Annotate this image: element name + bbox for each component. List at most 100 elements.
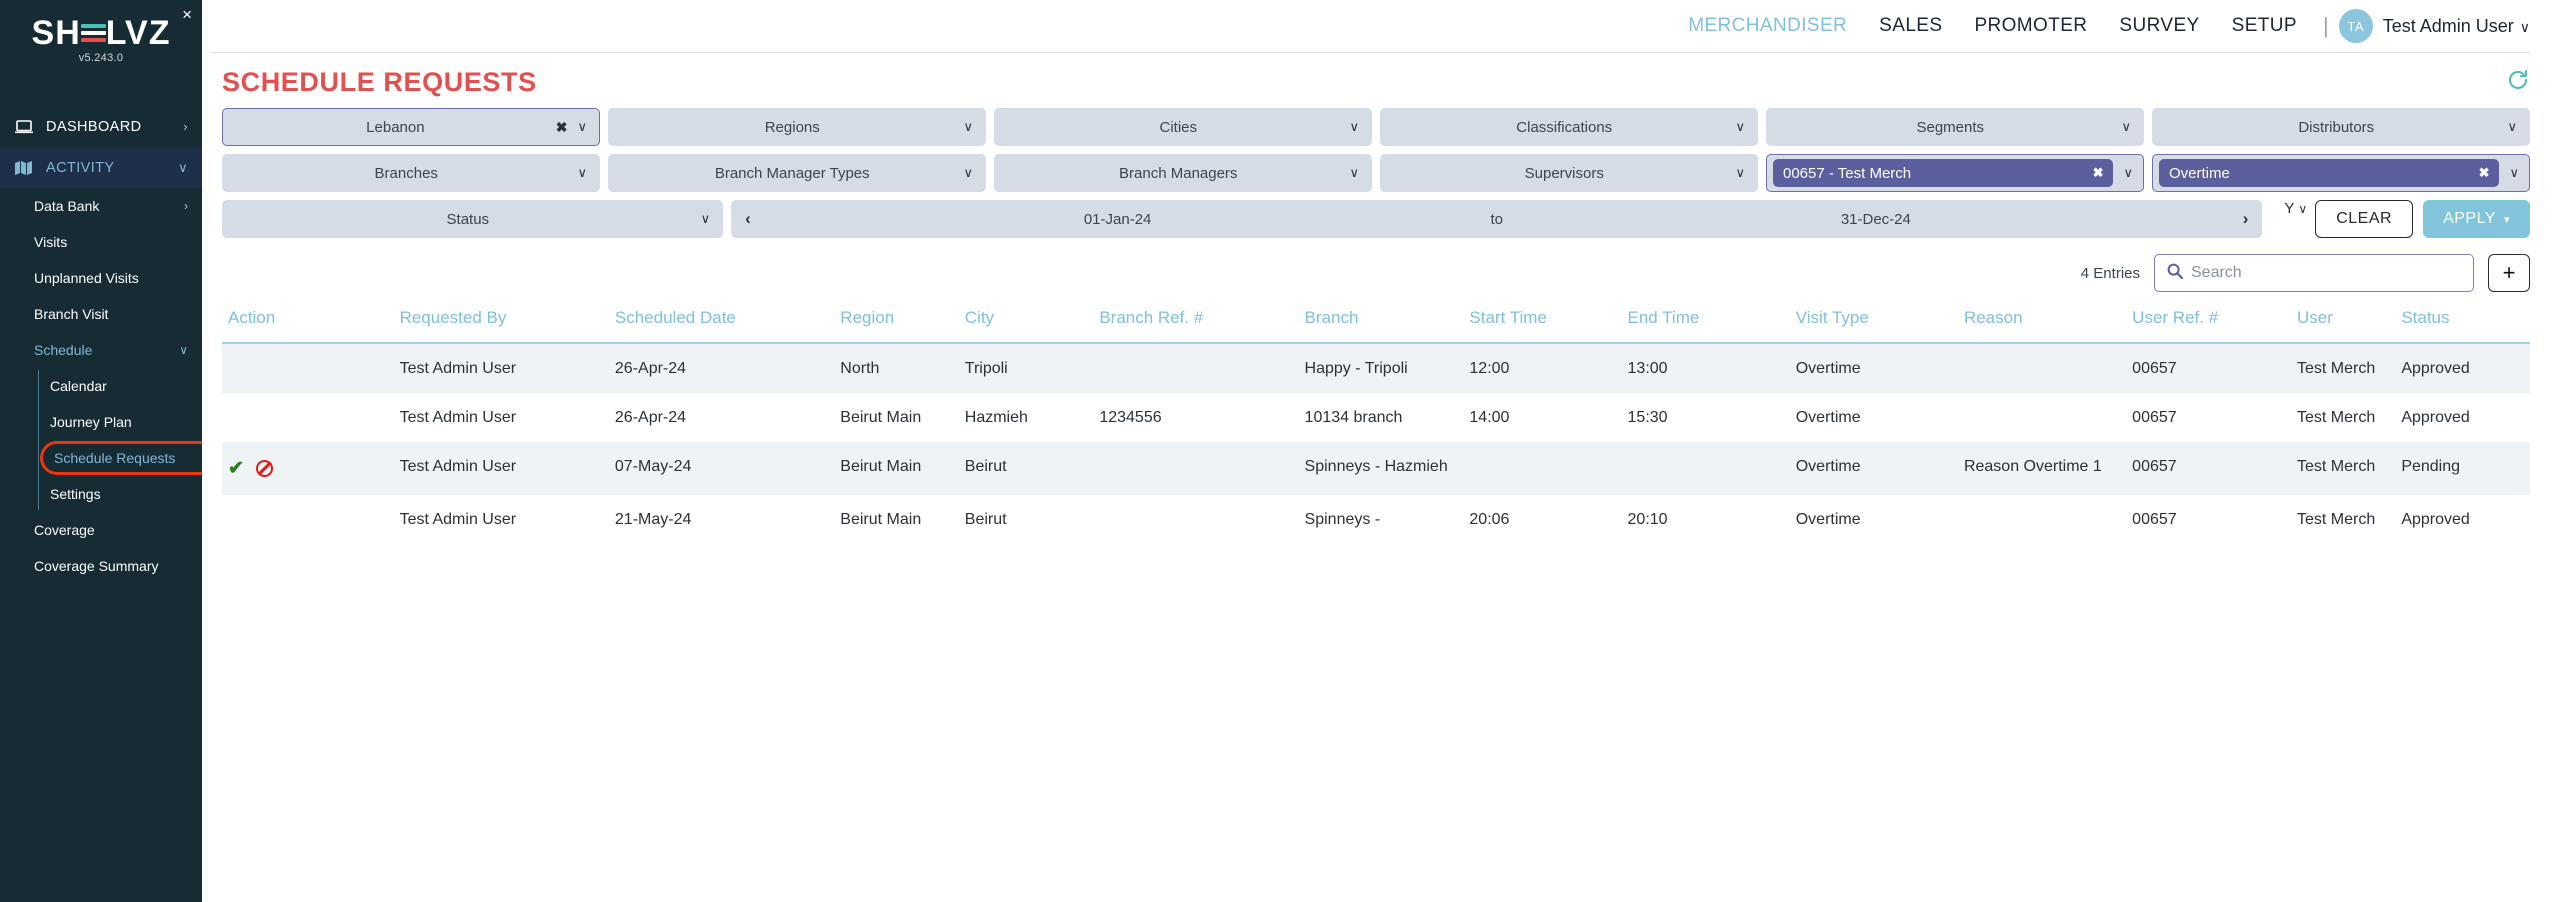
chevron-down-icon: ∨ <box>2298 202 2307 216</box>
date-to-label: to <box>1484 211 1509 228</box>
filter-classifications[interactable]: Classifications ∨ <box>1380 108 1758 146</box>
sidebar-item-visits[interactable]: Visits <box>0 224 202 260</box>
cell-branch: Spinneys - Hazmieh <box>1299 442 1464 495</box>
table-row[interactable]: Test Admin User 21-May-24 Beirut Main Be… <box>222 495 2530 544</box>
close-icon[interactable]: ✖ <box>556 119 568 136</box>
cell-city: Tripoli <box>959 343 1094 393</box>
filter-branch-managers-label: Branch Managers <box>1007 165 1349 182</box>
table-toolbar: 4 Entries + <box>212 246 2530 302</box>
sidebar-item-calendar[interactable]: Calendar <box>38 368 202 404</box>
reject-icon[interactable] <box>256 460 273 477</box>
sidebar-item-settings[interactable]: Settings <box>38 476 202 512</box>
sidebar-item-coverage[interactable]: Coverage <box>0 512 202 548</box>
close-icon[interactable]: ✖ <box>2479 165 2490 181</box>
tab-merchandiser[interactable]: MERCHANDISER <box>1672 15 1863 37</box>
col-action[interactable]: Action <box>222 302 394 343</box>
sidebar-item-activity[interactable]: ACTIVITY ∨ <box>0 147 202 188</box>
row-actions <box>222 343 394 393</box>
user-menu[interactable]: Test Admin User∨ <box>2383 16 2530 37</box>
chip-visit-type-label: Overtime <box>2169 165 2469 182</box>
refresh-icon[interactable] <box>2506 68 2530 97</box>
table-row[interactable]: Test Admin User 26-Apr-24 North Tripoli … <box>222 343 2530 393</box>
filter-classifications-label: Classifications <box>1393 119 1735 136</box>
sidebar-item-data-bank[interactable]: Data Bank › <box>0 188 202 224</box>
filter-supervisors[interactable]: Supervisors ∨ <box>1380 154 1758 192</box>
col-requested-by[interactable]: Requested By <box>394 302 609 343</box>
apply-button[interactable]: APPLY ▾ <box>2423 200 2530 238</box>
tab-survey[interactable]: SURVEY <box>2103 15 2215 37</box>
date-range-picker[interactable]: ‹ 01-Jan-24 to 31-Dec-24 › <box>731 200 2262 238</box>
sidebar-item-schedule[interactable]: Schedule ∨ <box>0 332 202 368</box>
filter-segments[interactable]: Segments ∨ <box>1766 108 2144 146</box>
chevron-down-icon: ∨ <box>577 165 587 181</box>
filter-regions[interactable]: Regions ∨ <box>608 108 986 146</box>
sidebar-item-journey-plan[interactable]: Journey Plan <box>38 404 202 440</box>
cell-user-ref: 00657 <box>2126 442 2291 495</box>
cell-user-ref: 00657 <box>2126 343 2291 393</box>
col-reason[interactable]: Reason <box>1958 302 2126 343</box>
sidebar-item-branch-visit[interactable]: Branch Visit <box>0 296 202 332</box>
search-input[interactable] <box>2191 264 2461 282</box>
tab-setup[interactable]: SETUP <box>2216 15 2313 37</box>
filter-distributors-label: Distributors <box>2165 119 2507 136</box>
filter-branches[interactable]: Branches ∨ <box>222 154 600 192</box>
add-button[interactable]: + <box>2488 254 2530 292</box>
cell-requested-by: Test Admin User <box>394 393 609 442</box>
cell-end-time: 20:10 <box>1622 495 1790 544</box>
cell-branch-ref <box>1093 343 1298 393</box>
col-branch[interactable]: Branch <box>1299 302 1464 343</box>
sidebar-item-dashboard[interactable]: DASHBOARD › <box>0 106 202 147</box>
chevron-down-icon: ∨ <box>577 119 587 135</box>
filter-cities[interactable]: Cities ∨ <box>994 108 1372 146</box>
col-branch-ref[interactable]: Branch Ref. # <box>1093 302 1298 343</box>
sidebar-item-schedule-requests[interactable]: Schedule Requests <box>38 440 202 476</box>
next-period-button[interactable]: › <box>2243 209 2249 229</box>
tab-promoter[interactable]: PROMOTER <box>1958 15 2103 37</box>
sidebar-item-data-bank-label: Data Bank <box>34 198 99 214</box>
cell-city: Hazmieh <box>959 393 1094 442</box>
table-row[interactable]: ✔ Test Admin User 07-May-24 Beirut Main … <box>222 442 2530 495</box>
date-to[interactable]: 31-Dec-24 <box>1509 211 2243 228</box>
cell-end-time: 13:00 <box>1622 343 1790 393</box>
col-city[interactable]: City <box>959 302 1094 343</box>
logo: SHLVZ v5.243.0 <box>0 0 202 68</box>
filter-actions: CLEAR APPLY ▾ <box>2315 200 2530 238</box>
avatar[interactable]: TA <box>2339 9 2373 43</box>
col-start-time[interactable]: Start Time <box>1463 302 1621 343</box>
sidebar-close-icon[interactable]: × <box>182 6 192 23</box>
table-row[interactable]: Test Admin User 26-Apr-24 Beirut Main Ha… <box>222 393 2530 442</box>
date-granularity-selector[interactable]: Y∨ <box>2270 200 2307 238</box>
chevron-down-icon: ∨ <box>2520 19 2530 35</box>
apply-button-label: APPLY <box>2443 210 2496 228</box>
chip-merchandiser: 00657 - Test Merch ✖ <box>1773 159 2113 187</box>
date-from[interactable]: 01-Jan-24 <box>751 211 1485 228</box>
close-icon[interactable]: ✖ <box>2093 165 2104 181</box>
map-icon <box>14 161 34 175</box>
col-user-ref[interactable]: User Ref. # <box>2126 302 2291 343</box>
filter-branch-managers[interactable]: Branch Managers ∨ <box>994 154 1372 192</box>
col-end-time[interactable]: End Time <box>1622 302 1790 343</box>
filter-distributors[interactable]: Distributors ∨ <box>2152 108 2530 146</box>
sidebar-item-coverage-label: Coverage <box>34 522 95 538</box>
filter-branch-manager-types[interactable]: Branch Manager Types ∨ <box>608 154 986 192</box>
clear-button[interactable]: CLEAR <box>2315 200 2413 238</box>
search-box[interactable] <box>2154 254 2474 292</box>
cell-reason <box>1958 495 2126 544</box>
cell-start-time <box>1463 442 1621 495</box>
sidebar-item-unplanned-visits[interactable]: Unplanned Visits <box>0 260 202 296</box>
col-user[interactable]: User <box>2291 302 2395 343</box>
approve-icon[interactable]: ✔ <box>228 458 244 479</box>
filter-merchandisers[interactable]: 00657 - Test Merch ✖ ∨ <box>1766 154 2144 192</box>
filter-country[interactable]: Lebanon ✖ ∨ <box>222 108 600 146</box>
row-actions: ✔ <box>222 442 394 495</box>
col-region[interactable]: Region <box>834 302 958 343</box>
sidebar-item-schedule-label: Schedule <box>34 342 92 358</box>
sidebar-item-coverage-summary[interactable]: Coverage Summary <box>0 548 202 584</box>
col-status[interactable]: Status <box>2395 302 2530 343</box>
filter-status[interactable]: Status ∨ <box>222 200 723 238</box>
col-scheduled-date[interactable]: Scheduled Date <box>609 302 834 343</box>
tab-sales[interactable]: SALES <box>1863 15 1958 37</box>
cell-visit-type: Overtime <box>1790 343 1958 393</box>
col-visit-type[interactable]: Visit Type <box>1790 302 1958 343</box>
filter-visit-type[interactable]: Overtime ✖ ∨ <box>2152 154 2530 192</box>
